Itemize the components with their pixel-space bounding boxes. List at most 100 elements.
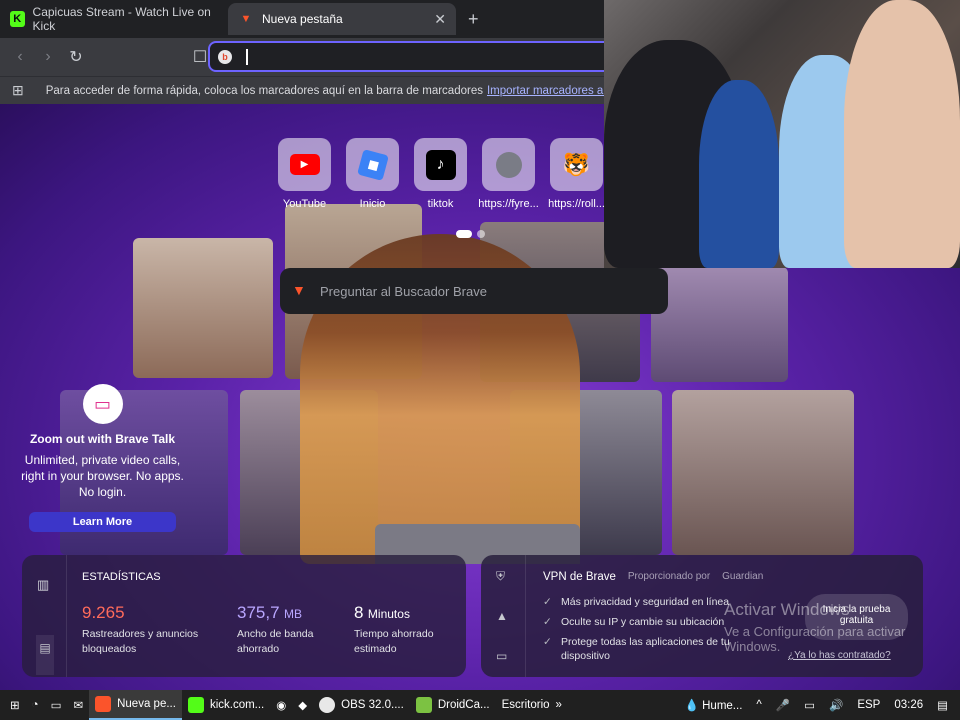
site-info-icon[interactable]: b bbox=[218, 49, 232, 64]
trackers-stat: 9.265 Rastreadores y anuncios bloqueados bbox=[82, 603, 212, 657]
vpn-benefits: Más privacidad y seguridad en línea Ocul… bbox=[543, 595, 743, 669]
shortcut-page-dots[interactable] bbox=[456, 230, 485, 238]
vpn-provider: Guardian bbox=[722, 571, 764, 582]
bandwidth-label: Ancho de banda ahorrado bbox=[237, 628, 314, 655]
vpn-provided-by: Proporcionado por bbox=[627, 571, 711, 582]
brave-search-box[interactable]: ▼ Preguntar al Buscador Brave bbox=[280, 268, 668, 314]
forward-icon[interactable]: › bbox=[34, 48, 62, 66]
shortcut-label: Inicio bbox=[359, 198, 386, 210]
stats-widget: ▥ ▤ ESTADÍSTICAS 9.265 Rastreadores y an… bbox=[22, 555, 466, 677]
edge-icon[interactable]: ◔ bbox=[26, 690, 45, 720]
mail-icon[interactable]: ✉ bbox=[67, 690, 89, 720]
taskbar-app-kick[interactable]: kick.com... bbox=[182, 690, 270, 720]
shortcut-roll[interactable]: 🐯 https://roll... bbox=[548, 138, 605, 210]
brave-icon bbox=[95, 696, 112, 712]
stats-title: ESTADÍSTICAS bbox=[82, 571, 161, 583]
tab-new-tab[interactable]: ▼ Nueva pestaña ✕ bbox=[228, 3, 456, 35]
background-photo bbox=[651, 267, 788, 382]
person-image bbox=[699, 80, 779, 268]
shortcut-label: tiktok bbox=[427, 198, 454, 210]
person-image bbox=[844, 0, 960, 268]
youtube-icon: ▶ bbox=[289, 154, 320, 175]
tab-kick-stream[interactable]: K Capicuas Stream - Watch Live on Kick bbox=[0, 3, 228, 35]
shortcut-fyre[interactable]: https://fyre... bbox=[478, 138, 539, 210]
app-icon[interactable]: ◆ bbox=[292, 690, 313, 720]
shield-icon[interactable]: ⛨ bbox=[496, 569, 505, 584]
reload-icon[interactable]: ↻ bbox=[62, 47, 90, 67]
activate-windows-watermark: Activar Windows Ve a Configuración para … bbox=[724, 600, 906, 654]
bandwidth-value: 375,7 bbox=[237, 603, 280, 622]
kick-icon: K bbox=[10, 11, 25, 27]
windows-taskbar: ⊞ ◔ ▭ ✉ Nueva pe... kick.com... ◉ ◆ OBS … bbox=[0, 690, 960, 720]
taskbar-app-droidcam[interactable]: DroidCa... bbox=[410, 690, 496, 720]
brave-talk-body: Unlimited, private video calls, right in… bbox=[21, 453, 184, 499]
back-icon[interactable]: ‹ bbox=[6, 48, 34, 66]
top-sites: ▶ YouTube Inicio ♪ tiktok https://fyre..… bbox=[278, 138, 605, 210]
learn-more-button[interactable]: Learn More bbox=[29, 512, 176, 532]
news-icon[interactable]: ▤ bbox=[36, 635, 54, 675]
video-camera-icon: ▭ bbox=[82, 384, 123, 424]
widget-sidebar: ▥ ▤ bbox=[22, 555, 67, 677]
system-tray: 💧 Hume... ^ 🎤 ▭ 🔊 ESP 03:26 ▤ bbox=[685, 698, 960, 712]
background-photo bbox=[133, 238, 273, 378]
chrome-icon[interactable]: ◉ bbox=[270, 690, 292, 720]
vpn-benefit: Oculte su IP y cambie su ubicación bbox=[543, 615, 743, 629]
trackers-value: 9.265 bbox=[82, 603, 125, 622]
globe-icon bbox=[495, 151, 522, 178]
trackers-label: Rastreadores y anuncios bloqueados bbox=[82, 628, 199, 655]
desktop-toolbar[interactable]: Escritorio» bbox=[496, 690, 568, 720]
new-tab-button[interactable]: + bbox=[468, 9, 479, 30]
apps-grid-icon[interactable]: ⊞ bbox=[12, 82, 24, 99]
widget-sidebar: ⛨ ▲ ▭ bbox=[481, 555, 526, 677]
notifications-icon[interactable]: ▤ bbox=[937, 698, 948, 712]
bandwidth-stat: 375,7 MB Ancho de banda ahorrado bbox=[237, 603, 332, 657]
tray-chevron-icon[interactable]: ^ bbox=[756, 699, 761, 711]
vpn-benefit: Más privacidad y seguridad en línea bbox=[543, 595, 743, 609]
shortcut-youtube[interactable]: ▶ YouTube bbox=[278, 138, 331, 210]
brave-talk-card: ▭ Zoom out with Brave Talk Unlimited, pr… bbox=[20, 384, 185, 500]
tiktok-icon: ♪ bbox=[425, 149, 456, 180]
time-stat: 8 Minutos Tiempo ahorrado estimado bbox=[354, 603, 449, 657]
shortcut-label: YouTube bbox=[282, 198, 327, 210]
clock[interactable]: 03:26 bbox=[894, 699, 923, 711]
background-photo bbox=[672, 390, 854, 555]
shortcut-inicio[interactable]: Inicio bbox=[346, 138, 399, 210]
shortcut-tiktok[interactable]: ♪ tiktok bbox=[414, 138, 467, 210]
droidcam-icon bbox=[415, 697, 432, 713]
volume-icon[interactable]: 🔊 bbox=[829, 698, 843, 712]
brave-icon: ▼ bbox=[240, 13, 252, 25]
address-bar[interactable]: b bbox=[208, 41, 618, 72]
weather-widget[interactable]: 💧 Hume... bbox=[685, 698, 743, 712]
tab-title: Nueva pestaña bbox=[262, 12, 343, 26]
shortcut-label: https://fyre... bbox=[478, 198, 539, 210]
obs-icon bbox=[319, 697, 336, 713]
vpn-title: VPN de Brave bbox=[543, 571, 616, 583]
brave-lion-icon: ▼ bbox=[292, 282, 306, 298]
brave-talk-title: Zoom out with Brave Talk bbox=[29, 432, 176, 446]
wallet-icon[interactable]: ▭ bbox=[496, 649, 507, 663]
kick-icon bbox=[187, 697, 204, 713]
time-unit: Minutos bbox=[367, 607, 410, 621]
webcam-overlay bbox=[604, 0, 960, 268]
warning-icon[interactable]: ▲ bbox=[496, 609, 508, 623]
taskbar-app-brave[interactable]: Nueva pe... bbox=[89, 690, 182, 720]
search-placeholder: Preguntar al Buscador Brave bbox=[320, 283, 487, 299]
microphone-icon[interactable]: 🎤 bbox=[776, 698, 790, 712]
close-tab-icon[interactable]: ✕ bbox=[434, 11, 446, 28]
taskbar-app-obs[interactable]: OBS 32.0.... bbox=[313, 690, 410, 720]
bandwidth-unit: MB bbox=[284, 607, 302, 621]
tiger-icon: 🐯 bbox=[562, 151, 591, 177]
tab-title: Capicuas Stream - Watch Live on Kick bbox=[32, 5, 211, 33]
text-caret bbox=[246, 48, 248, 65]
file-explorer-icon[interactable]: ▭ bbox=[45, 690, 68, 720]
bookmarks-hint: Para acceder de forma rápida, coloca los… bbox=[45, 84, 483, 97]
time-value: 8 bbox=[354, 603, 364, 622]
shortcut-label: https://roll... bbox=[548, 198, 605, 210]
time-label: Tiempo ahorrado estimado bbox=[354, 628, 434, 655]
vpn-benefit: Protege todas las aplicaciones de tu dis… bbox=[543, 635, 743, 663]
roblox-icon bbox=[356, 148, 389, 181]
network-icon[interactable]: ▭ bbox=[804, 698, 815, 712]
windows-start-icon[interactable]: ⊞ bbox=[0, 690, 26, 720]
bar-chart-icon[interactable]: ▥ bbox=[37, 577, 49, 593]
language-indicator[interactable]: ESP bbox=[857, 699, 880, 711]
